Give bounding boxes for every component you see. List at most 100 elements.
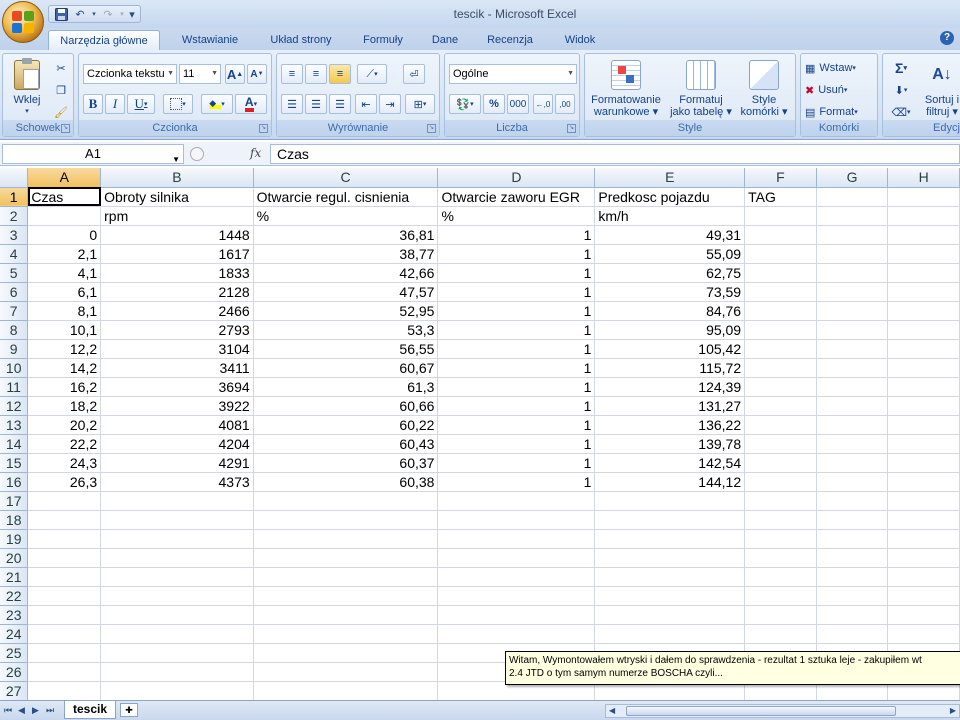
cell-b14[interactable]: 4204 — [100, 434, 254, 454]
increase-indent-icon[interactable]: ⇥ — [379, 94, 401, 114]
row-header[interactable]: 4 — [0, 244, 29, 264]
cell-g2[interactable] — [816, 206, 889, 226]
cell-f5[interactable] — [744, 263, 817, 283]
cell-e6[interactable]: 73,59 — [594, 282, 746, 302]
grow-font-button[interactable]: A ▲ — [225, 64, 245, 84]
cell-g22[interactable] — [816, 586, 889, 606]
cell-g21[interactable] — [816, 567, 889, 587]
cell-d14[interactable]: 1 — [437, 434, 596, 454]
cell-e20[interactable] — [594, 548, 746, 568]
cell-b16[interactable]: 4373 — [100, 472, 254, 492]
scroll-left-icon[interactable]: ◀ — [609, 706, 615, 715]
cell-f4[interactable] — [744, 244, 817, 264]
tab-view[interactable]: Widok — [552, 30, 608, 50]
cell-g10[interactable] — [816, 358, 889, 378]
tab-review[interactable]: Recenzja — [476, 30, 544, 50]
row-header[interactable]: 3 — [0, 225, 29, 245]
cell-c8[interactable]: 53,3 — [253, 320, 439, 340]
name-box[interactable]: A1 ▼ — [2, 144, 184, 164]
cell-e7[interactable]: 84,76 — [594, 301, 746, 321]
cell-b13[interactable]: 4081 — [100, 415, 254, 435]
italic-button[interactable]: I — [105, 94, 125, 114]
cell-h11[interactable] — [887, 377, 960, 397]
cell-d9[interactable]: 1 — [437, 339, 596, 359]
cell-a13[interactable]: 20,2 — [27, 415, 102, 435]
cell-a22[interactable] — [27, 586, 102, 606]
cell-d23[interactable] — [437, 605, 596, 625]
cell-f8[interactable] — [744, 320, 817, 340]
insert-function-icon[interactable]: fx — [250, 146, 261, 160]
cell-c10[interactable]: 60,67 — [253, 358, 439, 378]
cell-b23[interactable] — [100, 605, 254, 625]
font-color-button[interactable]: A ▾ — [235, 94, 267, 114]
cell-h3[interactable] — [887, 225, 960, 245]
cell-h23[interactable] — [887, 605, 960, 625]
cell-c27[interactable] — [253, 681, 439, 700]
cell-a23[interactable] — [27, 605, 102, 625]
tab-formulas[interactable]: Formuły — [352, 30, 414, 50]
alignment-launcher-icon[interactable]: ↘ — [427, 124, 436, 133]
cell-g17[interactable] — [816, 491, 889, 511]
merge-center-icon[interactable]: ⊞ ▾ — [405, 94, 435, 114]
row-header[interactable]: 25 — [0, 643, 29, 663]
cell-b21[interactable] — [100, 567, 254, 587]
row-header[interactable]: 10 — [0, 358, 29, 378]
cell-c16[interactable]: 60,38 — [253, 472, 439, 492]
borders-button[interactable]: ▾ — [163, 94, 193, 114]
cell-e21[interactable] — [594, 567, 746, 587]
cell-d16[interactable]: 1 — [437, 472, 596, 492]
first-sheet-icon[interactable]: ⏮ — [4, 705, 12, 716]
cell-e12[interactable]: 131,27 — [594, 396, 746, 416]
thousands-separator-button[interactable]: 000 — [507, 94, 529, 114]
number-launcher-icon[interactable]: ↘ — [567, 124, 576, 133]
scroll-right-icon[interactable]: ▶ — [950, 706, 956, 715]
format-as-table-button[interactable]: Formatuj jako tabelę ▾ — [665, 60, 737, 118]
fill-down-icon[interactable]: ⬇ ▾ — [887, 80, 915, 100]
row-header[interactable]: 26 — [0, 662, 29, 682]
cell-c5[interactable]: 42,66 — [253, 263, 439, 283]
horizontal-scrollbar[interactable]: ◀ ▶ — [605, 704, 960, 718]
tab-page-layout[interactable]: Układ strony — [258, 30, 344, 50]
column-header-g[interactable]: G — [816, 168, 889, 188]
cell-h19[interactable] — [887, 529, 960, 549]
row-header[interactable]: 22 — [0, 586, 29, 606]
cell-g18[interactable] — [816, 510, 889, 530]
cell-h15[interactable] — [887, 453, 960, 473]
percent-button[interactable]: % — [483, 94, 505, 114]
fill-color-button[interactable]: ◆ ▾ — [201, 94, 233, 114]
cell-a15[interactable]: 24,3 — [27, 453, 102, 473]
cell-d19[interactable] — [437, 529, 596, 549]
cell-a14[interactable]: 22,2 — [27, 434, 102, 454]
orientation-icon[interactable]: ⟋ ▾ — [357, 64, 387, 84]
cell-e10[interactable]: 115,72 — [594, 358, 746, 378]
scrollbar-thumb[interactable] — [626, 706, 896, 716]
cell-styles-button[interactable]: Style komórki ▾ — [735, 60, 793, 118]
column-header-c[interactable]: C — [253, 168, 439, 188]
cell-g24[interactable] — [816, 624, 889, 644]
row-header[interactable]: 5 — [0, 263, 29, 283]
cell-a6[interactable]: 6,1 — [27, 282, 102, 302]
format-cells-button[interactable]: ▤ Format ▾ — [805, 102, 875, 122]
cell-c6[interactable]: 47,57 — [253, 282, 439, 302]
cell-a1[interactable]: Czas — [27, 187, 102, 207]
clipboard-launcher-icon[interactable]: ↘ — [61, 124, 70, 133]
cell-a16[interactable]: 26,3 — [27, 472, 102, 492]
cell-f6[interactable] — [744, 282, 817, 302]
cell-g11[interactable] — [816, 377, 889, 397]
cell-a27[interactable] — [27, 681, 102, 700]
cell-c24[interactable] — [253, 624, 439, 644]
format-painter-icon[interactable]: 🖌 — [51, 102, 71, 122]
row-header[interactable]: 15 — [0, 453, 29, 473]
insert-sheet-icon[interactable]: ✚ — [120, 703, 138, 717]
cell-a24[interactable] — [27, 624, 102, 644]
cell-f12[interactable] — [744, 396, 817, 416]
tab-data[interactable]: Dane — [422, 30, 468, 50]
row-header[interactable]: 7 — [0, 301, 29, 321]
cell-h13[interactable] — [887, 415, 960, 435]
cell-b24[interactable] — [100, 624, 254, 644]
column-header-b[interactable]: B — [100, 168, 254, 188]
cell-g1[interactable] — [816, 187, 889, 207]
cell-a5[interactable]: 4,1 — [27, 263, 102, 283]
cell-c21[interactable] — [253, 567, 439, 587]
cell-b1[interactable]: Obroty silnika — [100, 187, 254, 207]
